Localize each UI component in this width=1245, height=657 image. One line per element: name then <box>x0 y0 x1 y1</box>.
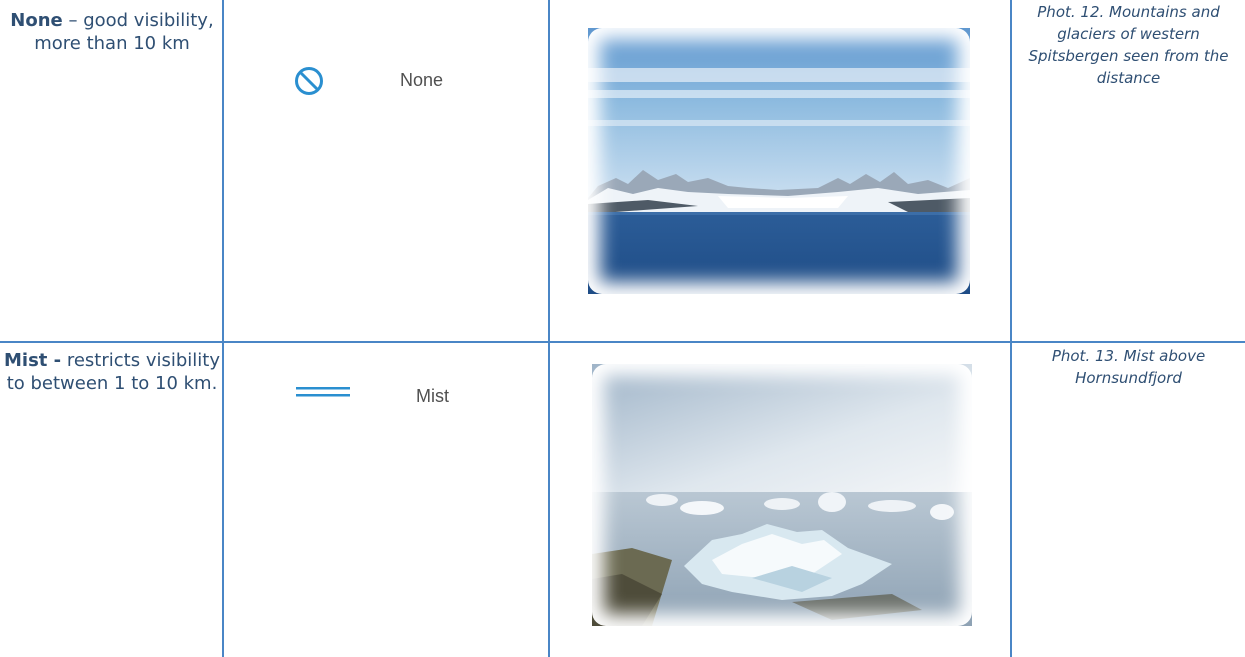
photo-caption: Phot. 12. Mountains and glaciers of west… <box>1028 3 1229 87</box>
mountains-photo <box>588 28 970 294</box>
column-divider <box>1010 0 1012 657</box>
column-divider <box>222 0 224 657</box>
row-description: Mist - restricts visibility to between 1… <box>2 349 222 395</box>
double-line-icon <box>296 385 350 399</box>
circle-slash-icon <box>294 66 324 96</box>
photo-caption: Phot. 13. Mist above Hornsundfjord <box>1051 347 1206 387</box>
row-divider <box>0 341 1245 343</box>
symbol-label: None <box>400 70 444 90</box>
row-description: None – good visibility, more than 10 km <box>2 9 222 55</box>
column-divider <box>548 0 550 657</box>
mist-photo <box>592 364 972 626</box>
description-term: Mist - <box>3 350 62 371</box>
description-term: None <box>10 10 63 31</box>
symbol-label: Mist <box>416 386 449 406</box>
